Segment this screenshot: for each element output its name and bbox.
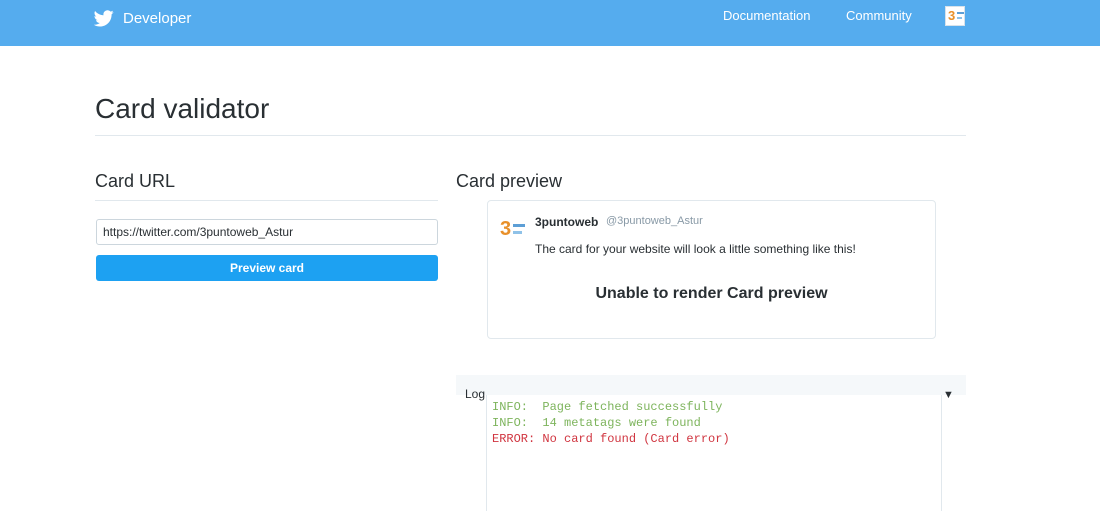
card-url-divider: [95, 200, 438, 201]
log-output: INFO: Page fetched successfully INFO: 14…: [486, 395, 942, 511]
top-navigation-bar: Developer Documentation Community 3: [0, 0, 1100, 46]
preview-card-button[interactable]: Preview card: [96, 255, 438, 281]
nav-community-link[interactable]: Community: [846, 8, 912, 23]
card-account-handle: @3puntoweb_Astur: [606, 215, 703, 227]
page-title: Card validator: [95, 93, 270, 124]
card-tweet-text: The card for your website will look a li…: [535, 242, 856, 256]
log-header[interactable]: Log ▼: [456, 375, 966, 401]
log-line: INFO: 14 metatags were found: [492, 416, 701, 430]
card-avatar: 3: [498, 216, 526, 244]
user-avatar[interactable]: 3: [945, 6, 965, 26]
collapse-triangle-icon[interactable]: ▼: [943, 390, 954, 401]
brand-link[interactable]: Developer: [94, 7, 191, 29]
3puntoweb-logo-icon: 3: [948, 8, 964, 24]
title-divider: [95, 135, 966, 136]
card-render-error: Unable to render Card preview: [595, 285, 828, 302]
twitter-bird-icon: [94, 9, 114, 26]
nav-documentation-link[interactable]: Documentation: [723, 8, 810, 23]
3puntoweb-logo-icon: 3: [500, 218, 525, 240]
log-line: INFO: Page fetched successfully: [492, 400, 723, 414]
log-label: Log: [465, 387, 486, 401]
card-preview-heading: Card preview: [456, 171, 563, 191]
card-account-name: 3puntoweb: [535, 215, 599, 229]
card-preview-box: 3 3puntoweb @3puntoweb_Astur The card fo…: [487, 200, 936, 339]
log-line: ERROR: No card found (Card error): [492, 432, 730, 446]
card-url-input[interactable]: [96, 219, 438, 245]
brand-text: Developer: [123, 9, 192, 27]
card-url-heading: Card URL: [95, 171, 176, 191]
